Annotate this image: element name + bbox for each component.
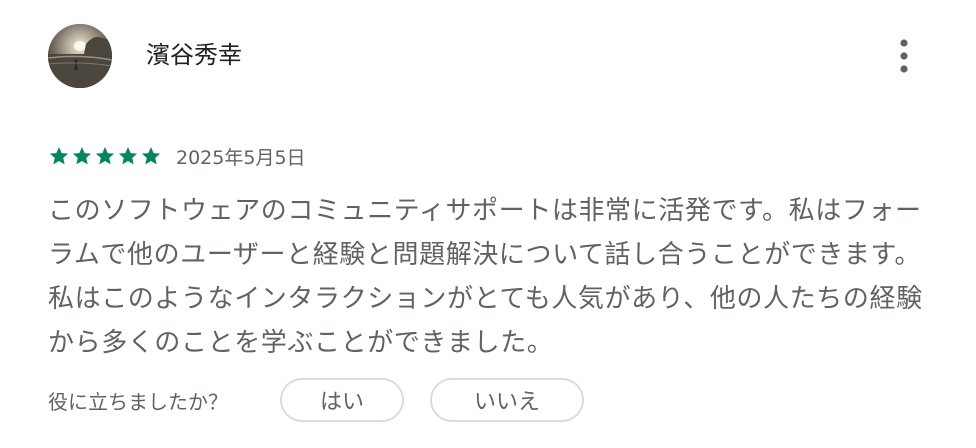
- avatar: [48, 24, 112, 88]
- review-text: このソフトウェアのコミュニティサポートは非常に活発です。私はフォーラムで他のユー…: [48, 196, 923, 358]
- review-card: 濱谷秀幸 2025年5月5日 このソフトウェアのコミュニティサポートは非常に活発…: [0, 0, 976, 448]
- helpful-yes-button[interactable]: はい: [280, 378, 404, 422]
- star-icon: [94, 145, 116, 167]
- helpful-row: 役に立ちましたか？ はい いいえ: [48, 376, 584, 424]
- star-icon: [71, 145, 93, 167]
- rating-row: 2025年5月5日: [48, 140, 306, 172]
- star-icon: [48, 145, 70, 167]
- helpful-question: 役に立ちましたか？: [48, 389, 228, 414]
- author-name: 濱谷秀幸: [146, 41, 242, 69]
- star-icon: [140, 145, 162, 167]
- helpful-no-button[interactable]: いいえ: [430, 378, 584, 422]
- more-vertical-icon: [898, 38, 910, 74]
- star-rating: [48, 145, 162, 167]
- review-header: 濱谷秀幸: [48, 24, 928, 88]
- review-date: 2025年5月5日: [176, 146, 306, 169]
- star-icon: [117, 145, 139, 167]
- more-options-button[interactable]: [880, 32, 928, 80]
